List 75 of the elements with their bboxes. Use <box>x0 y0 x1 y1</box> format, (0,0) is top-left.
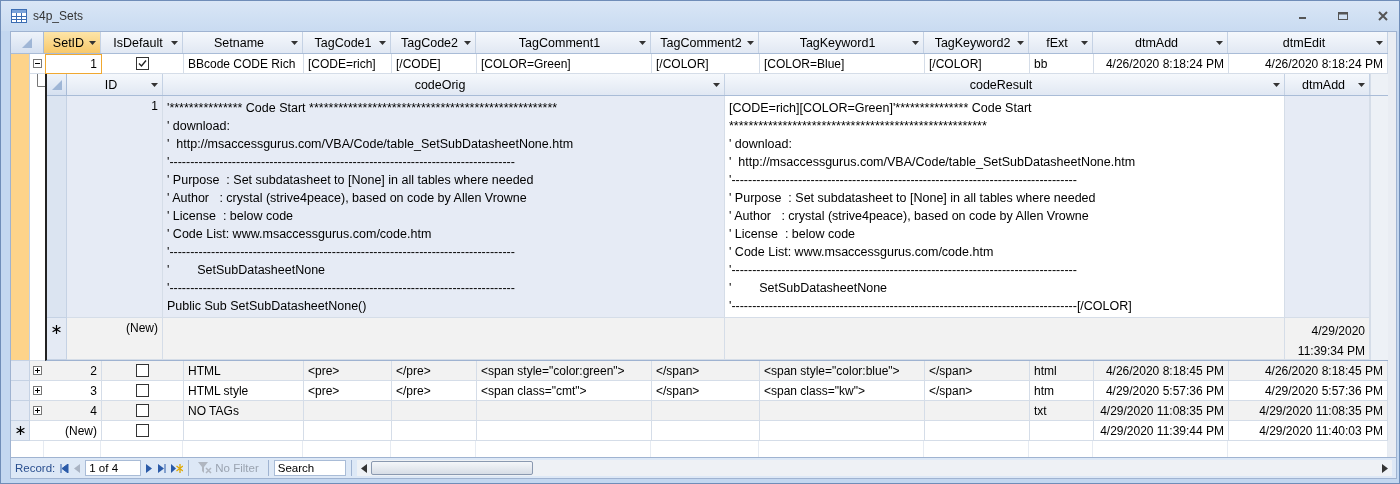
horizontal-scrollbar[interactable] <box>356 460 1392 476</box>
scrollbar-thumb[interactable] <box>370 461 533 475</box>
caret-icon[interactable] <box>747 40 754 45</box>
column-header[interactable]: dtmAdd <box>1093 32 1228 53</box>
caret-icon[interactable] <box>1081 40 1088 45</box>
table-icon <box>11 9 27 23</box>
column-header[interactable]: TagKeyword2 <box>924 32 1029 53</box>
column-header[interactable]: Setname <box>183 32 303 53</box>
column-header[interactable]: fExt <box>1029 32 1093 53</box>
checkbox[interactable] <box>136 424 149 437</box>
caret-icon[interactable] <box>1376 40 1383 45</box>
caret-icon[interactable] <box>713 82 720 87</box>
caret-icon[interactable] <box>1017 40 1024 45</box>
column-header[interactable]: ID <box>67 74 163 95</box>
last-record-icon[interactable] <box>157 463 167 473</box>
table-cell: (New) <box>67 318 163 360</box>
column-header[interactable]: dtmEdit <box>1228 32 1388 53</box>
maximize-icon[interactable] <box>1337 11 1349 21</box>
caret-icon[interactable] <box>171 40 178 45</box>
table-cell: (New) <box>45 421 102 441</box>
column-header[interactable]: codeResult <box>725 74 1285 95</box>
tree-connector <box>37 74 46 87</box>
column-header[interactable]: TagComment1 <box>476 32 651 53</box>
table-cell: 4/29/2020 11:39:44 PM <box>1094 421 1229 441</box>
column-header[interactable]: IsDefault <box>101 32 183 53</box>
record-selector[interactable] <box>47 318 67 360</box>
column-header[interactable]: TagComment2 <box>651 32 759 53</box>
table-cell <box>1030 421 1094 441</box>
caret-icon[interactable] <box>379 40 386 45</box>
window-title: s4p_Sets <box>33 9 84 23</box>
caret-icon[interactable] <box>1216 40 1223 45</box>
caret-icon[interactable] <box>1273 82 1280 87</box>
table-cell: 4/29/2020 11:40:03 PM <box>1229 421 1388 441</box>
scroll-right-icon[interactable] <box>1382 463 1388 473</box>
column-header[interactable]: TagKeyword1 <box>759 32 924 53</box>
caret-icon[interactable] <box>151 82 158 87</box>
caret-icon[interactable] <box>464 40 471 45</box>
new-record-icon[interactable] <box>171 463 184 473</box>
triangle-icon <box>21 36 33 49</box>
search-field[interactable]: Search <box>273 460 346 476</box>
table-cell: 1 <box>45 54 102 74</box>
new-record-icon <box>15 426 25 435</box>
checkbox[interactable] <box>136 57 149 70</box>
record-selector[interactable] <box>11 421 30 441</box>
close-icon[interactable] <box>1377 11 1389 21</box>
caret-icon[interactable] <box>912 40 919 45</box>
scroll-left-icon[interactable] <box>360 463 367 473</box>
vertical-scrollbar[interactable] <box>1370 96 1388 318</box>
column-header[interactable]: SetID <box>44 32 101 53</box>
column-header[interactable]: dtmAdd <box>1285 74 1370 95</box>
code-text: '*************** Code Start *************************************************** ' download: ' http://msaccessgurus.com/VBA/Code/table_SetSubDatasheetNone.htm '----------------------------------------------------------------------------------- ' Purpose : Set subdatasheet to [None] in all tables where needed ' Author : crystal (strive4peace), based on code by Allen Vrowne ' License : below code ' Code List: www.msaccessgurus.com/code.htm '----------------------------------------------------------------------------------- ' SetSubDatasheetNone '----------------------------------------------------------------------------------- Public Sub SetSubDatasheetNone() <box>163 96 725 318</box>
next-record-icon[interactable] <box>146 463 153 473</box>
column-header[interactable]: TagCode2 <box>391 32 476 53</box>
checkbox[interactable] <box>136 364 149 377</box>
column-header[interactable]: codeOrig <box>163 74 725 95</box>
table-cell: 1 <box>67 96 163 318</box>
vertical-scrollbar[interactable] <box>1370 318 1388 360</box>
vertical-scrollbar[interactable] <box>1370 74 1388 95</box>
record-label: Record: <box>15 462 56 474</box>
expand-icon[interactable] <box>33 406 42 415</box>
checkbox[interactable] <box>136 384 149 397</box>
new-record-icon <box>52 325 61 334</box>
expand-icon[interactable] <box>33 366 42 375</box>
record-position-field[interactable]: 1 of 4 <box>85 460 142 476</box>
column-header[interactable]: TagCode1 <box>303 32 391 53</box>
first-record-icon[interactable] <box>60 463 70 473</box>
expand-icon[interactable] <box>33 59 42 68</box>
checkbox[interactable] <box>136 404 149 417</box>
caret-icon[interactable] <box>291 40 298 45</box>
caret-icon[interactable] <box>639 40 646 45</box>
caret-icon[interactable] <box>89 40 96 45</box>
triangle-icon <box>50 78 63 91</box>
caret-icon[interactable] <box>1358 82 1365 87</box>
expand-icon[interactable] <box>33 386 42 395</box>
funnel-icon <box>198 462 213 474</box>
